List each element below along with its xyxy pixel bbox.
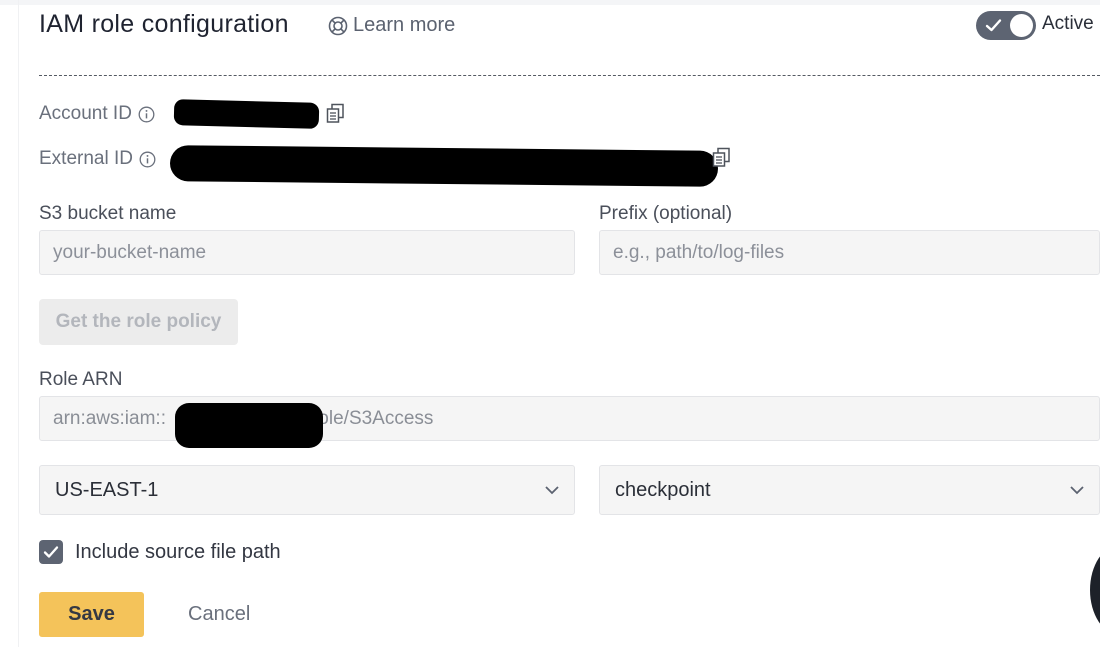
role-arn-suffix: role/S3Access [311, 407, 434, 429]
get-role-policy-button[interactable]: Get the role policy [39, 299, 238, 345]
active-label: Active [1042, 13, 1094, 34]
info-icon[interactable] [138, 106, 155, 123]
account-id-label: Account ID [39, 103, 132, 124]
cancel-button[interactable]: Cancel [188, 603, 250, 626]
active-toggle[interactable] [976, 11, 1036, 40]
prefix-label: Prefix (optional) [599, 203, 733, 224]
format-select[interactable]: checkpoint [599, 465, 1100, 515]
external-id-row: External ID [39, 148, 156, 170]
toggle-knob [1010, 14, 1033, 37]
info-icon[interactable] [139, 151, 156, 168]
role-arn-label: Role ARN [39, 369, 123, 390]
checkmark-icon [43, 546, 59, 558]
role-arn-prefix: arn:aws:iam:: [53, 407, 166, 429]
page-title: IAM role configuration [39, 10, 289, 38]
lifebuoy-icon [328, 16, 348, 35]
redacted-account-in-arn [175, 403, 323, 448]
save-button[interactable]: Save [39, 592, 144, 637]
floating-help-button[interactable] [1090, 545, 1100, 635]
redacted-account-id [173, 99, 320, 129]
include-source-label: Include source file path [75, 540, 281, 563]
copy-icon[interactable] [326, 103, 345, 124]
top-shade [0, 0, 1100, 5]
external-id-label: External ID [39, 148, 133, 169]
account-id-row: Account ID [39, 103, 155, 125]
include-source-path-option[interactable]: Include source file path [39, 540, 281, 564]
bucket-label: S3 bucket name [39, 203, 177, 224]
region-select[interactable]: US-EAST-1 [39, 465, 575, 515]
check-icon [985, 19, 1002, 32]
chevron-down-icon [545, 486, 559, 495]
region-select-value: US-EAST-1 [55, 478, 159, 501]
panel-edge [18, 0, 19, 647]
redacted-external-id [169, 145, 719, 187]
include-source-checkbox[interactable] [39, 540, 63, 564]
learn-more-label: Learn more [353, 14, 456, 36]
format-select-value: checkpoint [615, 478, 711, 501]
learn-more-link[interactable]: Learn more [328, 14, 455, 37]
prefix-input[interactable] [599, 230, 1100, 275]
chevron-down-icon [1070, 486, 1084, 495]
section-divider [39, 75, 1100, 76]
bucket-name-input[interactable] [39, 230, 575, 275]
copy-icon[interactable] [712, 147, 731, 168]
